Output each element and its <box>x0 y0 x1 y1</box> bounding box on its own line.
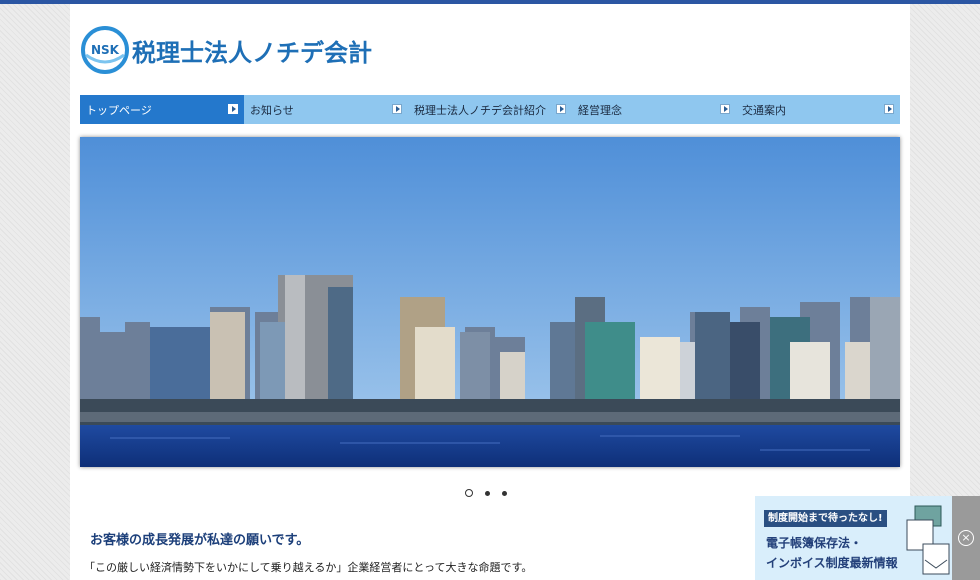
nav-item-news[interactable]: お知らせ <box>244 95 408 124</box>
site-logo[interactable]: NSK 税理士法人ノチデ会計 <box>80 24 372 76</box>
page-container: NSK 税理士法人ノチデ会計 トップページ お知らせ 税理士法人ノチデ会計紹介 … <box>70 4 910 580</box>
banner-tag: 制度開始まで待ったなし! <box>764 510 887 527</box>
nav-label: お知らせ <box>250 103 294 117</box>
logo-text: 税理士法人ノチデ会計 <box>132 38 372 67</box>
close-icon: × <box>958 530 974 546</box>
document-illustration-icon <box>906 505 950 575</box>
logo-mark-icon: NSK <box>80 25 130 75</box>
banner-close-button[interactable]: × <box>952 496 980 580</box>
nav-label: 税理士法人ノチデ会計紹介 <box>414 103 546 117</box>
nav-label: トップページ <box>86 103 152 117</box>
slider-dot[interactable] <box>502 490 507 496</box>
global-nav: トップページ お知らせ 税理士法人ノチデ会計紹介 経営理念 交通案内 <box>80 95 900 124</box>
nav-label: 経営理念 <box>578 103 622 117</box>
info-banner[interactable]: 制度開始まで待ったなし! 電子帳簿保存法・ インボイス制度最新情報 <box>755 496 952 580</box>
slider-dots <box>465 489 507 497</box>
nav-item-about[interactable]: 税理士法人ノチデ会計紹介 <box>408 95 572 124</box>
intro-text: 「この厳しい経済情勢下をいかにして乗り越えるか」企業経営者にとって大きな命題です… <box>84 561 533 574</box>
section-heading: お客様の成長発展が私達の願いです。 <box>90 533 310 548</box>
nav-item-access[interactable]: 交通案内 <box>736 95 900 124</box>
arrow-right-icon <box>720 104 730 114</box>
arrow-right-icon <box>228 104 238 114</box>
arrow-right-icon <box>556 104 566 114</box>
banner-line2: インボイス制度最新情報 <box>766 556 898 570</box>
slider-dot[interactable] <box>485 490 490 496</box>
hero-slider-image[interactable] <box>80 137 900 467</box>
slider-dot[interactable] <box>465 489 473 497</box>
logo-mark-text: NSK <box>91 43 120 57</box>
nav-label: 交通案内 <box>742 103 786 117</box>
arrow-right-icon <box>392 104 402 114</box>
arrow-right-icon <box>884 104 894 114</box>
banner-line1: 電子帳簿保存法・ <box>766 536 863 550</box>
nav-item-top[interactable]: トップページ <box>80 95 244 124</box>
nav-item-philosophy[interactable]: 経営理念 <box>572 95 736 124</box>
